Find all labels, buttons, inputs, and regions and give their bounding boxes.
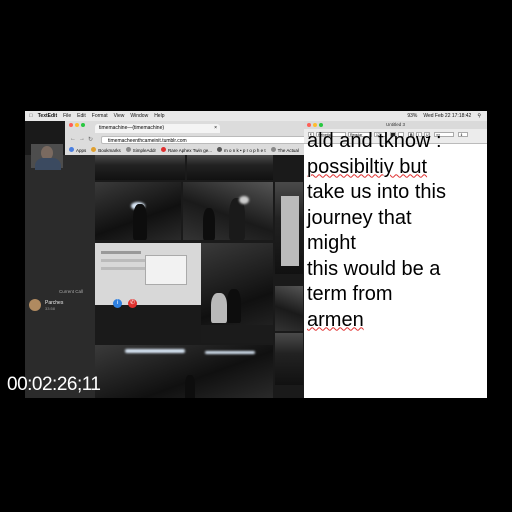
caller-name: Parches xyxy=(45,299,64,306)
bookmark-aphex[interactable]: Rare Aphex Twin ge... xyxy=(161,147,212,155)
menu-app-name[interactable]: TextEdit xyxy=(38,113,57,119)
menu-help[interactable]: Help xyxy=(154,113,164,119)
back-icon[interactable]: ← xyxy=(70,136,76,142)
menu-file[interactable]: File xyxy=(63,113,71,119)
bookmarks-bar: Apps Bookmarks SimpleAddr Rare Aphex Twi… xyxy=(69,147,329,155)
zoom-window-icon[interactable] xyxy=(319,123,323,127)
browser-tab[interactable]: timemachine—(timemachine) × xyxy=(95,124,220,133)
call-duration: 33:58 xyxy=(45,305,56,311)
zoom-window-icon[interactable] xyxy=(81,123,85,127)
battery-status[interactable]: 93% xyxy=(407,113,417,119)
text-line: term from xyxy=(307,283,393,305)
search-icon[interactable]: ⚲ xyxy=(477,113,481,119)
browser-window: timemachine—(timemachine) × ← → ↻ timema… xyxy=(65,121,330,155)
photo-thumbnail[interactable] xyxy=(95,345,273,398)
call-sidebar xyxy=(25,155,95,398)
reload-icon[interactable]: ↻ xyxy=(88,136,93,143)
text-line: take us into this xyxy=(307,181,446,203)
photo-thumbnail[interactable] xyxy=(95,155,185,180)
photo-thumbnail[interactable] xyxy=(275,182,303,274)
text-line: possibiltiy but xyxy=(307,155,428,178)
folder-icon xyxy=(91,147,97,152)
call-row[interactable]: Parches 33:58 xyxy=(29,294,121,316)
window-titlebar: Untitled 3 xyxy=(304,121,487,129)
text-line: this would be a xyxy=(307,257,441,280)
video-timecode: 00:02:26;11 xyxy=(7,374,101,395)
close-window-icon[interactable] xyxy=(307,123,311,127)
text-line: ald and tknow : xyxy=(307,130,442,152)
bookmark-simpleaddr[interactable]: SimpleAddr xyxy=(125,147,156,155)
menu-edit[interactable]: Edit xyxy=(77,113,86,119)
apps-icon xyxy=(69,147,74,152)
screen-recording:  TextEdit File Edit Format View Window … xyxy=(25,111,487,398)
textedit-window: Untitled 3 ¶ Helvetica Regular 12 B I U … xyxy=(304,121,487,398)
close-tab-icon[interactable]: × xyxy=(214,124,217,133)
menu-window[interactable]: Window xyxy=(130,113,148,119)
self-video xyxy=(31,144,63,170)
bookmark-apps[interactable]: Apps xyxy=(69,147,86,155)
screen-glow xyxy=(281,196,299,266)
slide-window xyxy=(145,255,187,285)
info-icon: i xyxy=(116,300,119,306)
menu-format[interactable]: Format xyxy=(92,113,108,119)
phone-icon: ✆ xyxy=(129,300,136,306)
photo-thumbnail[interactable] xyxy=(275,333,303,385)
text-line: journey that xyxy=(307,206,412,229)
close-window-icon[interactable] xyxy=(69,123,73,127)
document-title: Untitled 3 xyxy=(385,122,405,127)
photo-thumbnail[interactable] xyxy=(187,155,273,180)
forward-icon[interactable]: → xyxy=(79,136,85,142)
caller-avatar xyxy=(29,299,41,311)
page-icon xyxy=(125,147,131,152)
photo-thumbnail[interactable] xyxy=(275,286,303,331)
page-icon xyxy=(217,147,222,152)
photo-thumbnail[interactable] xyxy=(183,182,273,240)
tab-title: timemachine—(timemachine) xyxy=(99,125,165,131)
table-shape xyxy=(201,325,273,343)
photo-thumbnail[interactable] xyxy=(201,243,273,343)
menu-view[interactable]: View xyxy=(114,113,125,119)
photo-thumbnail[interactable] xyxy=(95,182,181,240)
minimize-window-icon[interactable] xyxy=(75,123,79,127)
address-bar[interactable]: timemacheenthcameinit.tumblr.com xyxy=(101,136,326,144)
minimize-window-icon[interactable] xyxy=(313,123,317,127)
text-line: might xyxy=(307,232,356,254)
mac-menubar:  TextEdit File Edit Format View Window … xyxy=(25,111,487,121)
bookmark-actual[interactable]: The Actual xyxy=(270,147,299,155)
document-text[interactable]: ald and tknow : possibiltiy but take us … xyxy=(307,130,485,333)
page-icon xyxy=(270,147,276,152)
bookmark-bookmarks[interactable]: Bookmarks xyxy=(91,147,121,155)
youtube-icon xyxy=(161,147,167,152)
menubar-clock[interactable]: Wed Feb 22 17:18:42 xyxy=(423,113,471,119)
hang-up-button[interactable]: ✆ xyxy=(128,299,137,308)
text-line: armen xyxy=(307,308,364,331)
info-button[interactable]: i xyxy=(113,299,122,308)
bookmark-monk[interactable]: m o n k • p r o p h e t xyxy=(217,147,266,155)
person-body xyxy=(35,158,61,170)
apple-icon[interactable]:  xyxy=(29,113,33,119)
